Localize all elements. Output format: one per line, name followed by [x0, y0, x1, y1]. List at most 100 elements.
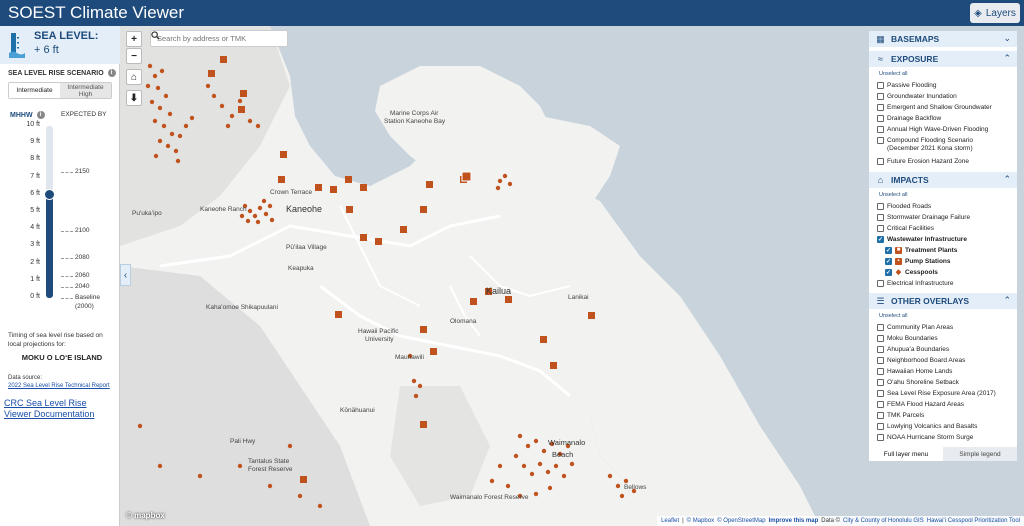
layer-checkbox-row[interactable]: NOAA Hurricane Storm Surge [877, 432, 973, 442]
search-input[interactable] [157, 34, 272, 43]
checkbox[interactable] [877, 356, 884, 364]
pump-station-icon: ▪ [895, 257, 902, 265]
layer-checkbox-row[interactable]: Passive Flooding [877, 80, 937, 90]
checkbox[interactable] [877, 125, 884, 133]
checkbox[interactable] [877, 411, 884, 419]
layer-label: NOAA Hurricane Storm Surge [887, 433, 974, 441]
checkbox[interactable]: ✓ [885, 257, 892, 265]
unselect-all-other[interactable]: Unselect all [879, 313, 907, 319]
layer-label: Emergent and Shallow Groundwater [887, 103, 992, 111]
download-button[interactable]: ⬇ [126, 90, 142, 106]
map-label: Pūʻilaa Village [286, 244, 327, 251]
checkbox[interactable] [877, 378, 884, 386]
data-source-link[interactable]: 2022 Sea Level Rise Technical Report [8, 383, 110, 389]
sea-level-title: SEA LEVEL: [34, 30, 99, 42]
mapbox-attribution-link[interactable]: © Mapbox [687, 518, 714, 524]
layer-checkbox-row[interactable]: Electrical Infrastructure [877, 278, 953, 288]
chevron-up-icon: ⌃ [1003, 174, 1011, 184]
layer-checkbox-row[interactable]: Critical Facilities [877, 223, 934, 233]
layer-checkbox-row[interactable]: Drainage Backflow [877, 113, 941, 123]
year-label: 2060 [75, 271, 90, 279]
year-label: Baseline [75, 294, 100, 301]
checkbox[interactable] [877, 400, 884, 408]
tab-full-layer-menu[interactable]: Full layer menu [869, 447, 943, 461]
slider-handle[interactable] [44, 188, 55, 200]
checkbox[interactable] [877, 224, 884, 232]
layers-icon: ◈ [974, 7, 982, 19]
checkbox[interactable] [877, 367, 884, 375]
checkbox[interactable] [877, 279, 884, 287]
home-button[interactable]: ⌂ [126, 69, 142, 85]
checkbox[interactable] [877, 323, 884, 331]
checkbox[interactable] [877, 422, 884, 430]
checkbox[interactable]: ✓ [885, 246, 892, 254]
layer-checkbox-row[interactable]: Community Plan Areas [877, 322, 953, 332]
checkbox[interactable] [877, 92, 884, 100]
layer-checkbox-row[interactable]: Flooded Roads [877, 201, 931, 211]
checkbox[interactable]: ✓ [877, 235, 884, 243]
zoom-in-button[interactable]: + [126, 31, 142, 47]
layer-checkbox-row[interactable]: Emergent and Shallow Groundwater [877, 102, 992, 112]
layer-checkbox-row[interactable]: Lowlying Volcanics and Basalts [877, 421, 977, 431]
layer-checkbox-row[interactable]: Oʻahu Shoreline Setback [877, 377, 959, 387]
layer-checkbox-row[interactable]: Compound Flooding Scenario [877, 135, 973, 145]
checkbox[interactable] [877, 389, 884, 397]
search-box [150, 30, 288, 47]
layer-checkbox-row[interactable]: Future Erosion Hazard Zone [877, 156, 969, 166]
checkbox[interactable] [877, 136, 884, 144]
layer-label: Electrical Infrastructure [887, 279, 954, 287]
layer-checkbox-row[interactable]: Ahupuaʻa Boundaries [877, 344, 949, 354]
panel-tabs: Full layer menu Simple legend [868, 447, 1018, 462]
layer-label: Lowlying Volcanics and Basalts [887, 422, 978, 430]
checkbox[interactable] [877, 334, 884, 342]
layer-label: Sea Level Rise Exposure Area (2017) [887, 389, 996, 397]
checkbox[interactable] [877, 433, 884, 441]
collapse-sidebar-button[interactable]: ‹ [120, 264, 131, 286]
scenario-tab-intermediate[interactable]: Intermediate [9, 83, 60, 98]
section-exposure[interactable]: ≈ EXPOSURE ⌃ [869, 51, 1017, 67]
checkbox[interactable] [877, 114, 884, 122]
layer-checkbox-row[interactable]: FEMA Flood Hazard Areas [877, 399, 964, 409]
layer-checkbox-row[interactable]: ✓ ■ Treatment Plants [885, 245, 957, 255]
leaflet-link[interactable]: Leaflet [661, 518, 679, 524]
mapbox-logo[interactable]: © mapbox [126, 511, 165, 520]
map-label: Waimanalo [548, 438, 586, 447]
layer-checkbox-row[interactable]: Groundwater Inundation [877, 91, 957, 101]
info-icon[interactable]: i [36, 111, 45, 119]
tab-simple-legend[interactable]: Simple legend [943, 447, 1017, 461]
layer-checkbox-row[interactable]: Stormwater Drainage Failure [877, 212, 970, 222]
layer-checkbox-row[interactable]: ✓ Wastewater Infrastructure [877, 234, 967, 244]
checkbox[interactable] [877, 213, 884, 221]
checkbox[interactable] [877, 157, 884, 165]
cesspool-tool-link[interactable]: Hawaiʻi Cesspool Prioritization Tool [927, 518, 1020, 524]
layers-button[interactable]: ◈ Layers [970, 3, 1020, 23]
osm-link[interactable]: © OpenStreetMap [717, 518, 765, 524]
checkbox[interactable] [877, 103, 884, 111]
attribution-separator: | [682, 518, 684, 524]
checkbox[interactable] [877, 81, 884, 89]
checkbox[interactable] [877, 345, 884, 353]
honolulu-gis-link[interactable]: City & County of Honolulu GIS [843, 518, 924, 524]
layer-checkbox-row[interactable]: TMK Parcels [877, 410, 924, 420]
improve-map-link[interactable]: Improve this map [769, 518, 819, 524]
layer-checkbox-row[interactable]: Hawaiian Home Lands [877, 366, 952, 376]
checkbox[interactable]: ✓ [885, 268, 892, 276]
mhhw-label: MHHW i [10, 111, 45, 119]
layer-checkbox-row[interactable]: ✓ ▪ Pump Stations [885, 256, 951, 266]
layer-checkbox-row[interactable]: Moku Boundaries [877, 333, 938, 343]
section-basemaps[interactable]: ▦ BASEMAPS ⌄ [869, 31, 1017, 47]
checkbox[interactable] [877, 202, 884, 210]
section-impacts[interactable]: ⌂ IMPACTS ⌃ [869, 172, 1017, 188]
section-other-overlays[interactable]: ☰ OTHER OVERLAYS ⌃ [869, 293, 1017, 309]
unselect-all-exposure[interactable]: Unselect all [879, 71, 907, 77]
layer-checkbox-row[interactable]: ✓ ◆ Cesspools [885, 267, 938, 277]
layer-checkbox-row[interactable]: Neighborhood Board Areas [877, 355, 965, 365]
zoom-out-button[interactable]: − [126, 48, 142, 64]
map-label: Hawaii Pacific [358, 328, 399, 335]
info-icon[interactable]: i [107, 69, 116, 77]
scenario-tab-intermediate-high[interactable]: Intermediate High [60, 83, 111, 98]
documentation-link[interactable]: CRC Sea Level Rise Viewer Documentation [4, 398, 116, 420]
unselect-all-impacts[interactable]: Unselect all [879, 192, 907, 198]
layer-checkbox-row[interactable]: Sea Level Rise Exposure Area (2017) [877, 388, 996, 398]
layer-checkbox-row[interactable]: Annual High Wave-Driven Flooding [877, 124, 988, 134]
